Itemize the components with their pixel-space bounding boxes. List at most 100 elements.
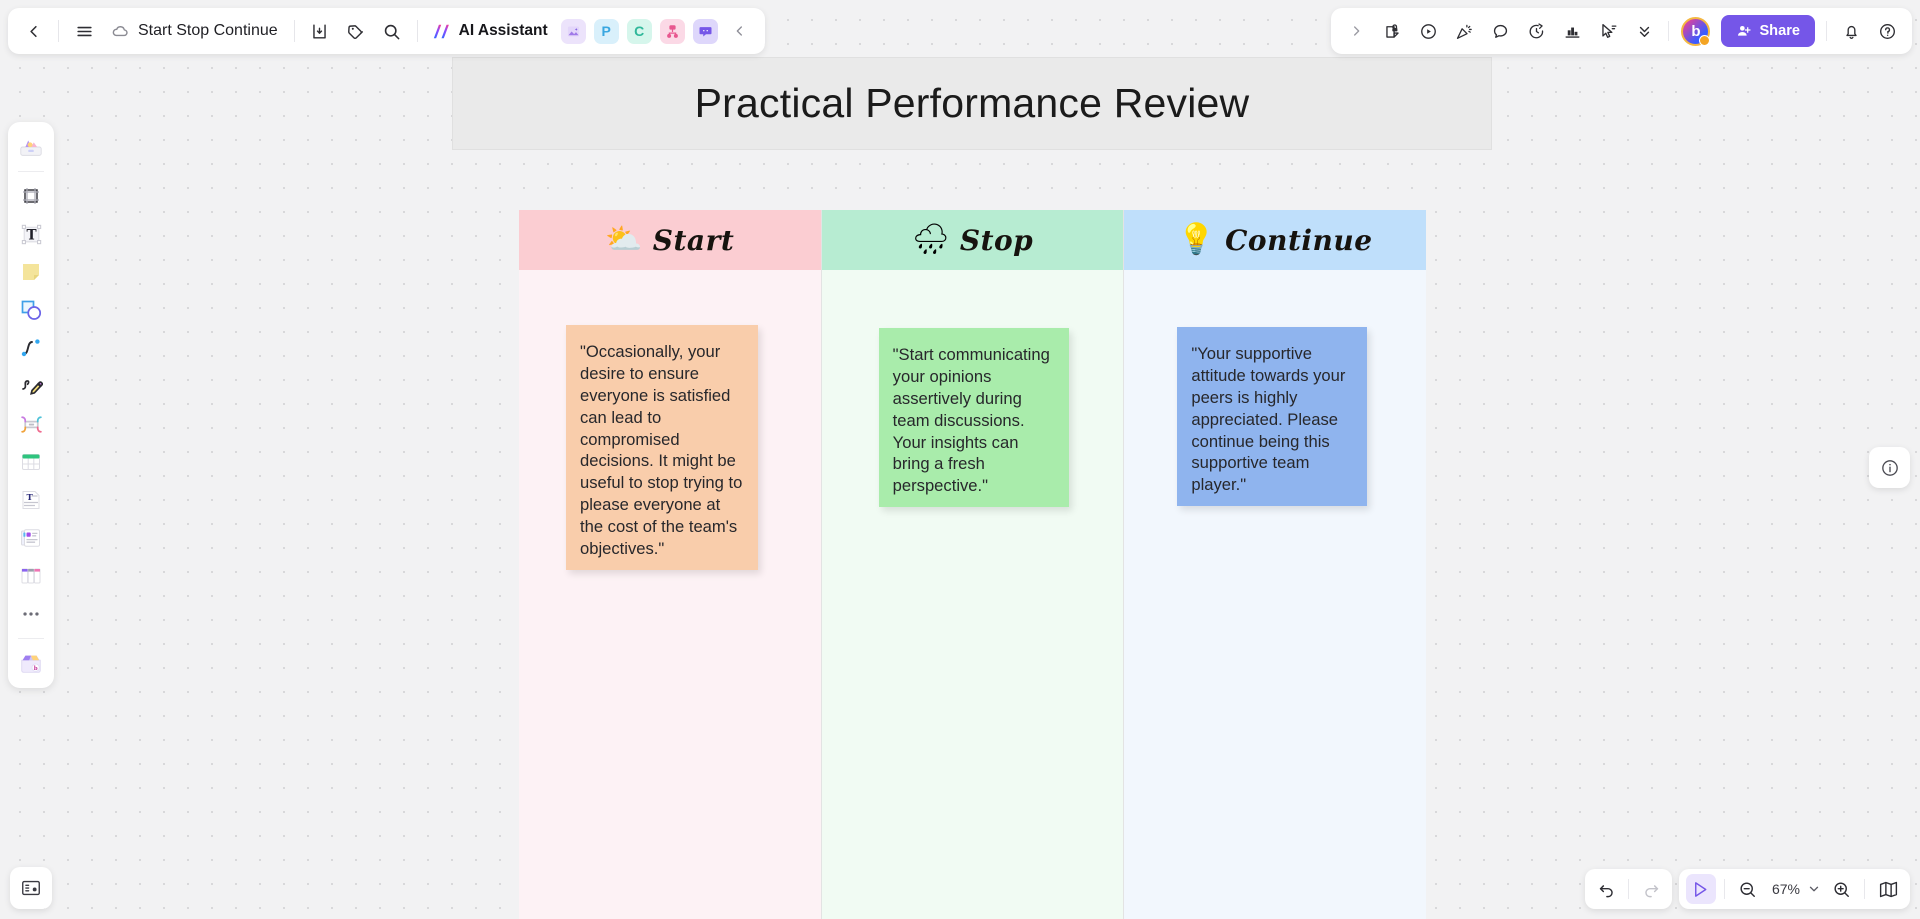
- help-circle-icon[interactable]: [1870, 14, 1904, 48]
- comment-plugin-button[interactable]: [692, 18, 718, 44]
- document-title: Start Stop Continue: [138, 22, 278, 39]
- flowchart-plugin-button[interactable]: [659, 18, 685, 44]
- ppt-plugin-button[interactable]: P: [593, 18, 619, 44]
- avatar-initial: b: [1691, 22, 1701, 40]
- info-button[interactable]: [1869, 447, 1910, 488]
- select-tool-button[interactable]: [1685, 874, 1716, 904]
- column-continue[interactable]: 💡 Continue "Your supportive attitude tow…: [1123, 210, 1427, 919]
- column-header-start: ⛅ Start: [519, 210, 821, 270]
- menu-button[interactable]: [67, 14, 101, 48]
- sun-behind-cloud-icon: ⛅: [605, 223, 643, 256]
- redo-button[interactable]: [1636, 874, 1666, 904]
- sticky-note-start[interactable]: "Occasionally, your desire to ensure eve…: [566, 325, 758, 570]
- presentation-button[interactable]: [10, 867, 52, 909]
- table-icon[interactable]: [13, 444, 49, 480]
- rain-cloud-icon: 🌧: [911, 223, 950, 256]
- text-icon[interactable]: T: [13, 216, 49, 252]
- export-button[interactable]: [303, 14, 337, 48]
- avatar[interactable]: b: [1681, 16, 1711, 46]
- celebrate-icon[interactable]: [1447, 14, 1481, 48]
- search-button[interactable]: [375, 14, 409, 48]
- column-body-start[interactable]: "Occasionally, your desire to ensure eve…: [519, 270, 821, 919]
- column-header-stop: 🌧 Stop: [821, 210, 1124, 270]
- svg-text:T: T: [27, 493, 34, 503]
- notifications-bell-icon[interactable]: [1834, 14, 1868, 48]
- shapes-icon[interactable]: [13, 292, 49, 328]
- sticky-note-stop[interactable]: "Start communicating your opinions asser…: [878, 328, 1069, 508]
- templates-icon[interactable]: [13, 129, 49, 165]
- ai-assistant-label: AI Assistant: [458, 22, 548, 39]
- kanban-icon[interactable]: [13, 558, 49, 594]
- zoom-level[interactable]: 67%: [1766, 881, 1802, 897]
- ai-assistant-button[interactable]: AI Assistant: [426, 14, 556, 48]
- divider: [18, 171, 44, 172]
- share-button[interactable]: Share: [1721, 15, 1815, 47]
- timer-icon[interactable]: [1519, 14, 1553, 48]
- vote-chart-icon[interactable]: [1555, 14, 1589, 48]
- top-right-toolbar: b Share: [1331, 8, 1912, 54]
- whiteboard-app: Practical Performance Review ⛅ Start "Oc…: [0, 0, 1920, 919]
- divider: [1723, 879, 1725, 899]
- comment-bubble-icon[interactable]: [1483, 14, 1517, 48]
- board-canvas[interactable]: Practical Performance Review ⛅ Start "Oc…: [0, 0, 1920, 919]
- minimap-button[interactable]: [1873, 874, 1903, 904]
- chevron-down-icon[interactable]: [1805, 874, 1823, 904]
- column-header-continue: 💡 Continue: [1124, 210, 1427, 270]
- pencil-draw-icon[interactable]: [13, 368, 49, 404]
- card-icon[interactable]: [13, 520, 49, 556]
- chevrons-down-icon[interactable]: [1627, 14, 1661, 48]
- divider: [1864, 879, 1865, 899]
- top-toolbar: Start Stop Continue AI Assistant P C: [8, 8, 765, 54]
- back-button[interactable]: [16, 14, 50, 48]
- cursor-select-icon[interactable]: [1591, 14, 1625, 48]
- light-bulb-icon: 💡: [1177, 223, 1216, 256]
- column-start[interactable]: ⛅ Start "Occasionally, your desire to en…: [519, 210, 821, 919]
- cloud-saved-icon: [111, 22, 130, 41]
- app-store-icon[interactable]: b: [13, 645, 49, 681]
- divider: [1668, 21, 1670, 41]
- play-circle-icon[interactable]: [1411, 14, 1445, 48]
- page-title: Practical Performance Review: [694, 80, 1250, 126]
- column-body-continue[interactable]: "Your supportive attitude towards your p…: [1124, 270, 1427, 919]
- zoom-in-button[interactable]: [1826, 874, 1856, 904]
- sticky-lock-icon[interactable]: [1375, 14, 1409, 48]
- svg-text:b: b: [34, 666, 38, 672]
- more-tools-icon[interactable]: [13, 596, 49, 632]
- ai-assistant-icon: [430, 20, 453, 43]
- zoom-toolbar: 67%: [1678, 869, 1910, 909]
- start-stop-continue-board[interactable]: ⛅ Start "Occasionally, your desire to en…: [519, 210, 1427, 919]
- document-title-button[interactable]: Start Stop Continue: [103, 14, 286, 48]
- curve-pen-icon[interactable]: [13, 330, 49, 366]
- divider: [416, 20, 418, 42]
- expand-toolbar-button[interactable]: [1339, 14, 1373, 48]
- share-label: Share: [1759, 23, 1800, 39]
- tools-sidebar: T T b: [8, 122, 54, 688]
- column-body-stop[interactable]: "Start communicating your opinions asser…: [821, 270, 1124, 919]
- history-toolbar: [1585, 869, 1672, 909]
- tag-button[interactable]: [339, 14, 373, 48]
- connector-icon[interactable]: [13, 406, 49, 442]
- divider: [293, 20, 295, 42]
- frame-icon[interactable]: [13, 178, 49, 214]
- column-label-stop: Stop: [959, 223, 1034, 257]
- sticky-note-continue[interactable]: "Your supportive attitude towards your p…: [1177, 327, 1368, 507]
- svg-text:T: T: [26, 227, 36, 243]
- column-label-start: Start: [652, 223, 735, 257]
- sticky-note-icon[interactable]: [13, 254, 49, 290]
- board-title-frame[interactable]: Practical Performance Review: [452, 57, 1492, 150]
- plugin-glyph: C: [634, 23, 645, 39]
- divider: [18, 638, 44, 639]
- divider: [1826, 21, 1827, 41]
- column-stop[interactable]: 🌧 Stop "Start communicating your opinion…: [820, 210, 1124, 919]
- ai-image-plugin-button[interactable]: [560, 18, 586, 44]
- share-user-icon: [1736, 23, 1752, 39]
- text-block-icon[interactable]: T: [13, 482, 49, 518]
- divider: [58, 20, 59, 42]
- collapse-plugins-button[interactable]: [723, 14, 757, 48]
- divider: [1628, 879, 1629, 899]
- column-label-continue: Continue: [1225, 223, 1373, 257]
- undo-button[interactable]: [1591, 874, 1621, 904]
- plugin-glyph: P: [601, 23, 611, 39]
- mind-map-plugin-button[interactable]: C: [626, 18, 652, 44]
- zoom-out-button[interactable]: [1733, 874, 1763, 904]
